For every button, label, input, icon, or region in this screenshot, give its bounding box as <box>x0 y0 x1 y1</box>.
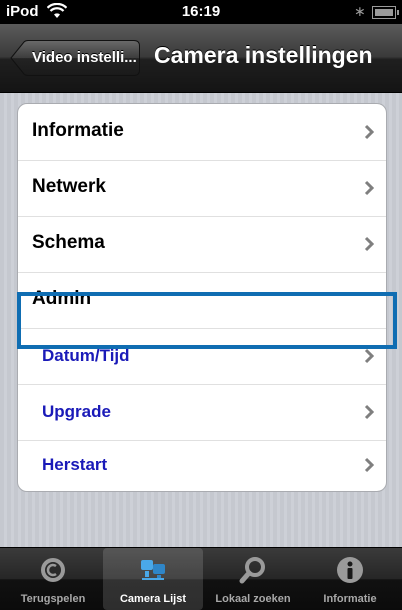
tab-lokaal-zoeken[interactable]: Lokaal zoeken <box>203 548 303 610</box>
menu-item-informatie[interactable]: Informatie <box>18 104 386 161</box>
back-button[interactable]: Video instelli... <box>10 40 140 76</box>
tab-label: Terugspelen <box>20 593 86 605</box>
chevron-right-icon <box>364 404 374 420</box>
tab-label: Camera Lijst <box>119 593 187 605</box>
battery-icon <box>372 6 399 19</box>
menu-item-label: Datum/Tijd <box>42 346 130 365</box>
back-button-label: Video instelli... <box>32 49 137 66</box>
menu-item-netwerk[interactable]: Netwerk <box>18 160 386 217</box>
chevron-right-icon <box>364 236 374 252</box>
replay-icon <box>41 558 65 582</box>
chevron-right-icon <box>364 348 374 364</box>
menu-item-herstart[interactable]: Herstart <box>18 440 386 490</box>
chevron-right-icon <box>364 180 374 196</box>
upgrade-highlight-box <box>17 292 397 349</box>
menu-item-label: Schema <box>32 232 105 253</box>
info-icon <box>337 557 363 583</box>
tab-informatie[interactable]: Informatie <box>300 548 400 610</box>
chevron-right-icon <box>364 124 374 140</box>
clock: 16:19 <box>181 3 221 20</box>
menu-item-label: Upgrade <box>42 402 111 421</box>
search-icon <box>239 557 265 584</box>
menu-item-label: Herstart <box>42 455 108 474</box>
tab-bar: Terugspelen Camera Lijst Lokaal zoeken I… <box>0 547 402 610</box>
camera-list-icon <box>141 560 165 580</box>
chevron-right-icon <box>364 457 374 473</box>
tab-label: Informatie <box>323 593 377 605</box>
menu-item-label: Informatie <box>32 120 124 141</box>
status-bar: iPod 16:19 ∗ <box>0 0 402 24</box>
navigation-bar: Video instelli... Camera instellingen <box>0 24 402 93</box>
bluetooth-icon: ∗ <box>354 3 366 19</box>
menu-item-schema[interactable]: Schema <box>18 216 386 273</box>
tab-label: Lokaal zoeken <box>215 593 291 605</box>
tab-terugspelen[interactable]: Terugspelen <box>3 548 103 610</box>
page-title: Camera instellingen <box>154 42 373 68</box>
tab-camera-lijst[interactable]: Camera Lijst <box>103 548 203 610</box>
menu-item-label: Netwerk <box>32 176 106 197</box>
menu-item-upgrade[interactable]: Upgrade <box>18 384 386 441</box>
